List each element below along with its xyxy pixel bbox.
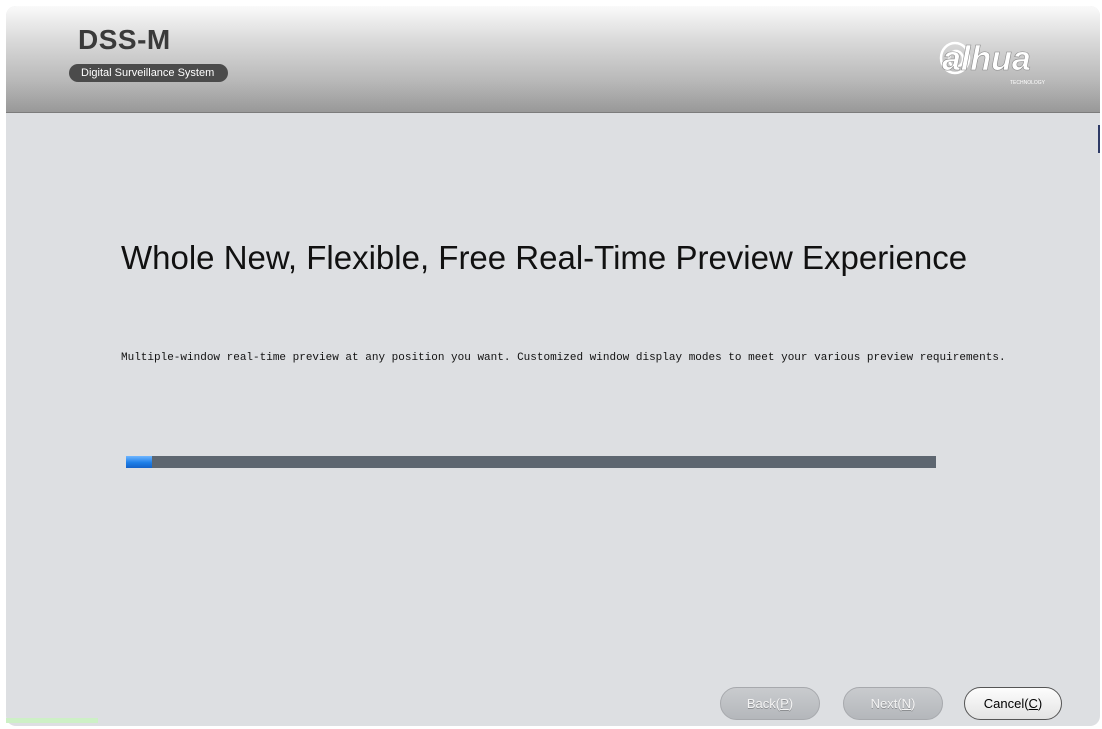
product-title: DSS-M: [78, 24, 171, 55]
back-button-suffix: ): [788, 696, 794, 711]
header-bar: DSS-M Digital Surveillance System alhua …: [6, 6, 1100, 113]
next-button[interactable]: Next(N): [843, 687, 943, 720]
next-button-mnemonic: N: [901, 696, 912, 711]
feature-title: Whole New, Flexible, Free Real-Time Prev…: [121, 239, 968, 276]
feature-description: Multiple-window real-time preview at any…: [121, 352, 1006, 364]
logo-subtext: TECHNOLOGY: [1010, 80, 1046, 86]
installer-window: DSS-M Digital Surveillance System alhua …: [6, 6, 1100, 726]
cancel-button-mnemonic: C: [1028, 696, 1038, 711]
cancel-button-label: Cancel(: [983, 696, 1029, 711]
product-subtitle-badge: Digital Surveillance System: [69, 64, 229, 82]
logo-wordmark: alhua: [942, 40, 1031, 78]
window-edge-marker: [1098, 125, 1100, 153]
dahua-logo-icon: alhua TECHNOLOGY: [939, 40, 1046, 86]
cancel-button[interactable]: Cancel(C): [964, 687, 1062, 720]
install-progress-fill: [126, 456, 152, 468]
back-button[interactable]: Back(P): [720, 687, 820, 720]
install-progress-bar: [126, 456, 936, 468]
back-button-label: Back(: [746, 696, 781, 711]
back-button-mnemonic: P: [780, 696, 789, 711]
window-corner-marker: [6, 718, 98, 723]
next-button-suffix: ): [911, 696, 916, 711]
next-button-label: Next(: [870, 696, 902, 711]
cancel-button-suffix: ): [1037, 696, 1043, 711]
